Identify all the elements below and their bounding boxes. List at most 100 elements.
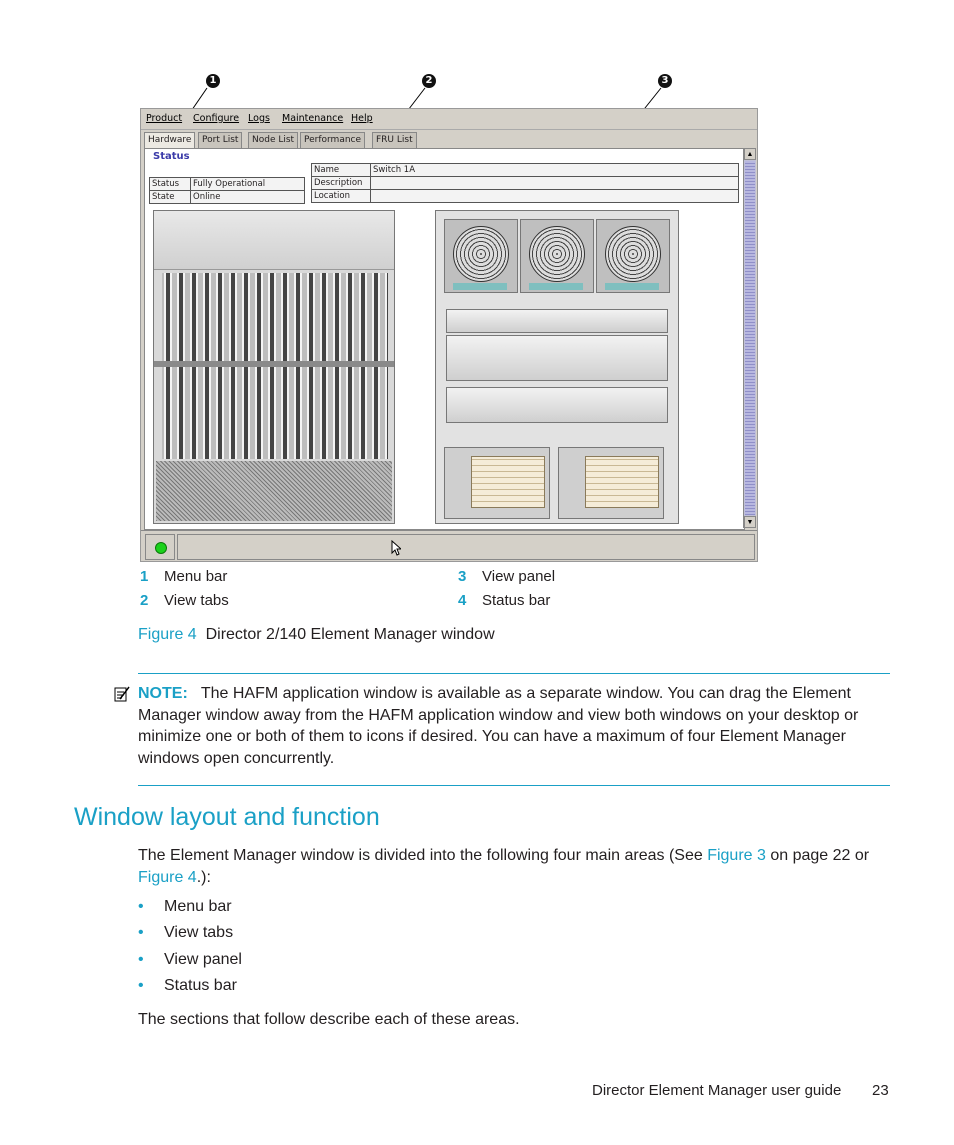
scrollbar-thumb[interactable]	[745, 161, 755, 515]
status-led-icon	[155, 542, 167, 554]
menu-help[interactable]: Help	[351, 113, 373, 124]
state-value: Online	[190, 190, 305, 204]
figure-3-link[interactable]: Figure 3	[707, 847, 766, 864]
legend-number: 3	[458, 568, 467, 585]
location-value	[370, 189, 739, 203]
figure-caption-text: Director 2/140 Element Manager window	[205, 626, 495, 643]
tab-hardware[interactable]: Hardware	[144, 132, 196, 149]
intro-text: .):	[196, 868, 211, 886]
fan-handle	[453, 283, 507, 290]
bullet-icon: •	[138, 951, 144, 968]
menu-maintenance[interactable]: Maintenance	[282, 113, 343, 124]
table-row: Name Switch 1A	[311, 163, 739, 177]
tab-node-list[interactable]: Node List	[248, 132, 299, 149]
status-table: Status Fully Operational State Online	[149, 177, 305, 204]
status-label: Status	[149, 177, 191, 191]
legend-number: 4	[458, 592, 467, 609]
table-row: Status Fully Operational	[149, 177, 305, 191]
menu-product[interactable]: Product	[146, 113, 182, 124]
power-supply[interactable]	[444, 447, 550, 519]
fan-icon	[453, 226, 509, 282]
note-label: NOTE:	[138, 685, 188, 702]
section-heading: Window layout and function	[74, 803, 380, 831]
location-label: Location	[311, 189, 371, 203]
list-item-text: Status bar	[164, 977, 237, 994]
fan-module[interactable]	[596, 219, 670, 293]
tab-fru-list[interactable]: FRU List	[372, 132, 417, 149]
list-item: • View tabs	[138, 924, 233, 942]
list-item: • Status bar	[138, 977, 237, 995]
state-label: State	[149, 190, 191, 204]
description-label: Description	[311, 176, 371, 190]
note-text: The HAFM application window is available…	[138, 685, 859, 767]
mouse-cursor-icon	[391, 540, 401, 556]
intro-text: The Element Manager window is divided in…	[138, 847, 708, 864]
ctp-card[interactable]	[446, 309, 668, 333]
power-supply[interactable]	[558, 447, 664, 519]
legend-number: 2	[140, 592, 149, 609]
menu-configure[interactable]: Configure	[193, 113, 239, 124]
legend-text: View panel	[482, 568, 556, 585]
switch-info-table: Name Switch 1A Description Location	[311, 163, 739, 203]
list-item-text: View panel	[164, 951, 242, 968]
legend-number: 1	[140, 568, 149, 585]
fan-icon	[529, 226, 585, 282]
fan-handle	[529, 283, 583, 290]
menu-logs[interactable]: Logs	[248, 113, 270, 124]
name-value: Switch 1A	[370, 163, 739, 177]
figure-caption: Figure 4 Director 2/140 Element Manager …	[138, 626, 495, 644]
legend-item: 2 View tabs	[140, 592, 229, 609]
tab-performance[interactable]: Performance	[300, 132, 366, 149]
scroll-up-icon[interactable]: ▲	[744, 148, 756, 160]
fan-handle	[605, 283, 659, 290]
power-supply-vent	[471, 456, 545, 508]
legend-text: Menu bar	[164, 568, 228, 585]
legend-item: 4 Status bar	[458, 592, 550, 609]
status-message-field	[177, 534, 755, 560]
page-number: 23	[872, 1082, 889, 1099]
description-value	[370, 176, 739, 190]
power-supply-vent	[585, 456, 659, 508]
legend-text: View tabs	[164, 592, 229, 609]
table-row: Location	[311, 189, 739, 203]
bullet-icon: •	[138, 977, 144, 994]
element-manager-window: Product Configure Logs Maintenance Help …	[140, 108, 758, 562]
note-paragraph: NOTE: The HAFM application window is ava…	[138, 683, 890, 769]
tab-port-list[interactable]: Port List	[198, 132, 243, 149]
director-front-chassis[interactable]	[153, 210, 395, 524]
director-rear-chassis[interactable]	[435, 210, 679, 524]
view-panel: Status Status Fully Operational State Onli…	[144, 148, 745, 530]
list-item: • Menu bar	[138, 898, 232, 916]
footer-title: Director Element Manager user guide	[592, 1082, 842, 1099]
legend-item: 3 View panel	[458, 568, 555, 585]
fan-module[interactable]	[444, 219, 518, 293]
table-row: State Online	[149, 190, 305, 204]
switch-module[interactable]	[446, 387, 668, 423]
legend-item: 1 Menu bar	[140, 568, 227, 585]
menu-bar: Product Configure Logs Maintenance Help	[141, 109, 757, 130]
vertical-scrollbar[interactable]: ▲ ▼	[743, 148, 756, 528]
status-value: Fully Operational	[190, 177, 305, 191]
intro-paragraph: The Element Manager window is divided in…	[138, 845, 890, 888]
legend-text: Status bar	[482, 592, 551, 609]
fan-module[interactable]	[520, 219, 594, 293]
bullet-icon: •	[138, 898, 144, 915]
status-bar	[141, 530, 757, 561]
figure-label[interactable]: Figure 4	[138, 626, 197, 643]
list-item-text: Menu bar	[164, 898, 232, 915]
figure-4-link[interactable]: Figure 4	[138, 869, 197, 886]
status-title: Status	[153, 151, 190, 162]
scroll-down-icon[interactable]: ▼	[744, 516, 756, 528]
chassis-top-panel	[154, 211, 394, 270]
closing-paragraph: The sections that follow describe each o…	[138, 1011, 520, 1028]
note-icon	[114, 686, 130, 702]
table-row: Description	[311, 176, 739, 190]
fan-icon	[605, 226, 661, 282]
list-item: • View panel	[138, 951, 242, 969]
switch-module[interactable]	[446, 335, 668, 381]
note-bottom-rule	[138, 785, 890, 786]
card-divider	[154, 361, 394, 367]
note-top-rule	[138, 673, 890, 674]
name-label: Name	[311, 163, 371, 177]
intro-text: on page 22 or	[765, 847, 870, 864]
